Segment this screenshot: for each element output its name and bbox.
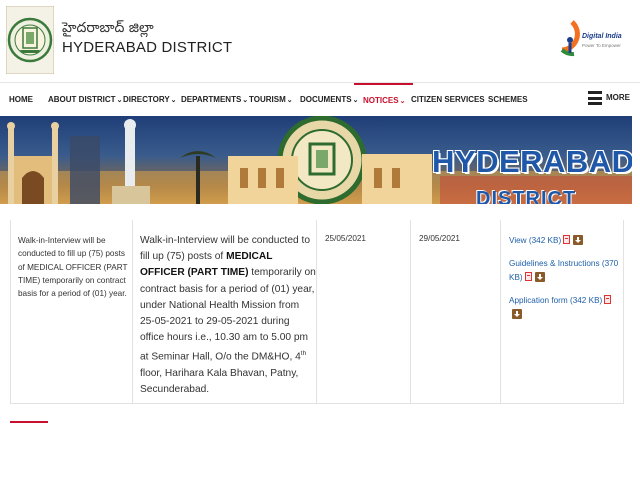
chevron-down-icon: ⌄ xyxy=(286,97,293,104)
pdf-icon xyxy=(604,295,612,304)
download-icon[interactable] xyxy=(573,235,584,245)
more-label: MORE xyxy=(606,93,630,102)
digital-india-tagline: Power To Empower xyxy=(582,43,621,48)
nav-label: DOCUMENTS xyxy=(300,95,352,104)
site-header: హైదరాబాద్ జిల్లా HYDERABAD DISTRICT Digi… xyxy=(0,0,640,82)
pdf-icon xyxy=(524,272,532,281)
notice-title: Walk-in-Interview will be conducted to f… xyxy=(18,236,128,299)
end-date-cell: 29/05/2021 xyxy=(410,220,500,404)
download-label: View (342 KB) xyxy=(509,236,562,245)
telangana-emblem-logo[interactable] xyxy=(4,4,56,76)
notice-title-cell: Walk-in-Interview will be conducted to f… xyxy=(10,220,132,404)
start-date: 25/05/2021 xyxy=(325,234,366,243)
notice-description: Walk-in-Interview will be conducted to f… xyxy=(140,233,316,398)
chevron-down-icon: ⌄ xyxy=(242,97,249,104)
download-icon[interactable] xyxy=(512,309,522,319)
nav-label: ABOUT DISTRICT xyxy=(48,95,116,104)
notice-description-cell: Walk-in-Interview will be conducted to f… xyxy=(132,220,318,404)
district-name-telugu: హైదరాబాద్ జిల్లా xyxy=(62,20,154,36)
nav-label: HOME xyxy=(9,95,33,104)
banner-title: HYDERABAD xyxy=(432,144,632,179)
nav-item-departments[interactable]: DEPARTMENTS⌄ xyxy=(181,83,248,117)
table-divider xyxy=(10,403,624,404)
nav-item-tourism[interactable]: TOURISM⌄ xyxy=(249,83,293,117)
hamburger-icon xyxy=(588,91,602,105)
nav-label: SCHEMES xyxy=(488,95,528,104)
download-icon[interactable] xyxy=(534,272,545,282)
pdf-icon xyxy=(563,235,571,244)
nav-label: CITIZEN SERVICES xyxy=(411,95,485,104)
nav-label: DEPARTMENTS xyxy=(181,95,242,104)
nav-item-home[interactable]: HOME xyxy=(9,83,33,117)
notice-table: Walk-in-Interview will be conducted to f… xyxy=(10,220,624,404)
emblem-icon xyxy=(6,6,54,74)
download-link-guidelines[interactable]: Guidelines & Instructions (370 KB) xyxy=(509,257,619,285)
start-date-cell: 25/05/2021 xyxy=(316,220,410,404)
district-name: HYDERABAD DISTRICT xyxy=(62,39,233,56)
chevron-down-icon: ⌄ xyxy=(116,97,123,104)
end-date: 29/05/2021 xyxy=(419,234,460,243)
section-accent-line xyxy=(10,421,48,423)
downloads-cell: View (342 KB) Guidelines & Instructions … xyxy=(500,220,624,404)
nav-item-documents[interactable]: DOCUMENTS⌄ xyxy=(300,83,358,117)
description-text: floor, Harihara Kala Bhavan, Patny, Secu… xyxy=(140,368,299,396)
main-nav: HOME ABOUT DISTRICT⌄ DIRECTORY⌄ DEPARTME… xyxy=(0,82,640,116)
nav-item-about-district[interactable]: ABOUT DISTRICT⌄ xyxy=(48,83,122,117)
nav-item-notices[interactable]: NOTICES⌄ xyxy=(354,83,414,117)
download-link-application-form[interactable]: Application form (342 KB) xyxy=(509,294,619,322)
nav-item-schemes[interactable]: SCHEMES xyxy=(488,83,528,117)
nav-item-citizen-services[interactable]: CITIZEN SERVICES xyxy=(411,83,485,117)
digital-india-label: Digital India xyxy=(582,33,622,40)
nav-label: DIRECTORY xyxy=(123,95,170,104)
district-banner: HYDERABAD DISTRICT xyxy=(0,116,632,204)
description-superscript: th xyxy=(300,350,307,358)
chevron-down-icon: ⌄ xyxy=(170,97,177,104)
nav-label: NOTICES xyxy=(363,96,399,105)
banner-edge xyxy=(632,116,640,204)
download-label: Application form (342 KB) xyxy=(509,296,603,305)
download-list: View (342 KB) Guidelines & Instructions … xyxy=(509,234,619,331)
banner-subtitle: DISTRICT xyxy=(476,188,577,204)
nav-label: TOURISM xyxy=(249,95,286,104)
nav-item-directory[interactable]: DIRECTORY⌄ xyxy=(123,83,177,117)
download-link-view[interactable]: View (342 KB) xyxy=(509,234,619,248)
chevron-down-icon: ⌄ xyxy=(399,98,406,105)
description-text: temporarily on contract basis for a peri… xyxy=(140,267,316,363)
